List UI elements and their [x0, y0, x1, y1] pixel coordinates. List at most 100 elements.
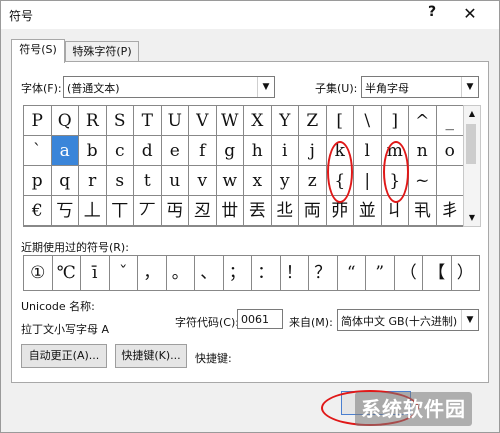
symbol-cell[interactable]: e — [161, 136, 189, 166]
symbol-cell[interactable]: j — [299, 136, 327, 166]
symbol-cell[interactable]: t — [134, 166, 162, 196]
symbol-cell[interactable]: P — [24, 106, 52, 136]
symbol-cell[interactable]: a — [51, 136, 79, 166]
help-button[interactable]: ? — [423, 4, 441, 24]
symbol-cell[interactable]: u — [161, 166, 189, 196]
symbol-cell[interactable]: 丗 — [216, 196, 244, 226]
recent-symbol-cell[interactable]: ！ — [280, 256, 309, 290]
symbol-cell[interactable]: z — [299, 166, 327, 196]
symbol-cell[interactable]: | — [354, 166, 382, 196]
recent-symbol-cell[interactable]: ； — [223, 256, 252, 290]
symbol-cell[interactable]: V — [189, 106, 217, 136]
symbol-cell[interactable]: _ — [436, 106, 464, 136]
char-code-input[interactable]: 0061 — [237, 309, 283, 329]
symbol-cell[interactable]: R — [79, 106, 107, 136]
symbol-cell[interactable]: 並 — [354, 196, 382, 226]
symbol-cell[interactable]: Q — [51, 106, 79, 136]
unicode-name-value: 拉丁文小写字母 A — [21, 323, 110, 336]
symbol-cell[interactable]: € — [24, 196, 52, 226]
symbol-cell[interactable]: W — [216, 106, 244, 136]
scroll-thumb[interactable] — [466, 124, 476, 164]
symbol-cell[interactable]: ^ — [409, 106, 437, 136]
recent-symbol-cell[interactable]: ˇ — [109, 256, 138, 290]
recent-symbol-cell[interactable]: 、 — [195, 256, 224, 290]
font-select-value: (普通文本) — [67, 82, 120, 95]
symbol-cell[interactable]: d — [134, 136, 162, 166]
symbol-cell[interactable]: ` — [24, 136, 52, 166]
watermark-logo: 系统软件园 — [355, 392, 472, 426]
symbol-cell[interactable]: l — [354, 136, 382, 166]
symbol-cell[interactable] — [436, 166, 464, 196]
symbol-cell[interactable]: Z — [299, 106, 327, 136]
subset-select-value: 半角字母 — [365, 82, 409, 95]
recent-symbol-cell[interactable]: ℃ — [52, 256, 81, 290]
symbol-cell[interactable]: U — [161, 106, 189, 136]
symbol-cell[interactable]: o — [436, 136, 464, 166]
symbol-cell[interactable]: 丄 — [79, 196, 107, 226]
unicode-name-label: Unicode 名称: — [21, 300, 95, 313]
symbol-cell[interactable]: 丒 — [189, 196, 217, 226]
symbol-cell[interactable]: c — [106, 136, 134, 166]
recent-symbol-cell[interactable]: ” — [366, 256, 395, 290]
symbol-cell[interactable]: ] — [381, 106, 409, 136]
symbol-cell[interactable]: [ — [326, 106, 354, 136]
annotation-ellipse-right-brace — [383, 141, 409, 203]
symbol-cell[interactable]: 丯 — [436, 196, 464, 226]
symbol-cell[interactable]: 丅 — [106, 196, 134, 226]
char-code-label: 字符代码(C): — [175, 316, 239, 329]
scroll-down-icon[interactable]: ▼ — [464, 210, 480, 226]
symbol-cell[interactable]: S — [106, 106, 134, 136]
subset-select[interactable]: 半角字母 ▼ — [361, 76, 479, 98]
symbol-cell[interactable]: y — [271, 166, 299, 196]
title-bar: 符号 ? ✕ — [1, 1, 499, 29]
symbol-cell[interactable]: h — [244, 136, 272, 166]
symbol-cell[interactable]: x — [244, 166, 272, 196]
recent-symbol-cell[interactable]: ① — [24, 256, 53, 290]
symbol-cell[interactable]: 丆 — [134, 196, 162, 226]
recent-symbol-cell[interactable]: 。 — [166, 256, 195, 290]
recent-symbols-label: 近期使用过的符号(R): — [21, 241, 129, 254]
recent-symbol-cell[interactable]: ） — [451, 256, 480, 290]
symbol-cell[interactable]: f — [189, 136, 217, 166]
symbol-cell[interactable]: 丂 — [51, 196, 79, 226]
recent-symbol-cell[interactable]: ī — [81, 256, 110, 290]
tab-symbols[interactable]: 符号(S) — [11, 39, 65, 63]
symbol-cell[interactable]: i — [271, 136, 299, 166]
recent-symbol-cell[interactable]: ， — [138, 256, 167, 290]
symbol-cell[interactable]: Y — [271, 106, 299, 136]
symbol-cell[interactable]: ~ — [409, 166, 437, 196]
symbol-cell[interactable]: s — [106, 166, 134, 196]
from-select[interactable]: 简体中文 GB(十六进制) ▼ — [337, 309, 479, 331]
from-select-value: 简体中文 GB(十六进制) — [341, 315, 458, 328]
close-button[interactable]: ✕ — [459, 4, 481, 24]
symbol-cell[interactable]: p — [24, 166, 52, 196]
symbol-cell[interactable]: w — [216, 166, 244, 196]
symbol-cell[interactable]: 丏 — [161, 196, 189, 226]
tab-special-characters[interactable]: 特殊字符(P) — [65, 41, 139, 63]
shortcut-key-button[interactable]: 快捷键(K)... — [115, 344, 187, 368]
recent-symbol-cell[interactable]: 【 — [423, 256, 452, 290]
shortcut-label: 快捷键: — [195, 352, 232, 365]
grid-scrollbar[interactable]: ▲ ▼ — [463, 105, 481, 227]
recent-symbol-cell[interactable]: ： — [252, 256, 281, 290]
font-label: 字体(F): — [21, 82, 62, 95]
font-select[interactable]: (普通文本) ▼ — [63, 76, 275, 98]
symbol-cell[interactable]: 丮 — [409, 196, 437, 226]
symbol-cell[interactable]: 丠 — [271, 196, 299, 226]
symbol-cell[interactable]: X — [244, 106, 272, 136]
symbol-cell[interactable]: \ — [354, 106, 382, 136]
symbol-cell[interactable]: n — [409, 136, 437, 166]
autocorrect-button[interactable]: 自动更正(A)... — [21, 344, 107, 368]
symbol-cell[interactable]: b — [79, 136, 107, 166]
symbol-cell[interactable]: q — [51, 166, 79, 196]
recent-symbol-cell[interactable]: （ — [394, 256, 423, 290]
symbol-cell[interactable]: T — [134, 106, 162, 136]
symbol-cell[interactable]: v — [189, 166, 217, 196]
symbol-cell[interactable]: r — [79, 166, 107, 196]
recent-symbol-cell[interactable]: ？ — [309, 256, 338, 290]
symbol-cell[interactable]: 丟 — [244, 196, 272, 226]
recent-symbol-cell[interactable]: “ — [337, 256, 366, 290]
symbol-cell[interactable]: 両 — [299, 196, 327, 226]
scroll-up-icon[interactable]: ▲ — [464, 106, 480, 122]
symbol-cell[interactable]: g — [216, 136, 244, 166]
